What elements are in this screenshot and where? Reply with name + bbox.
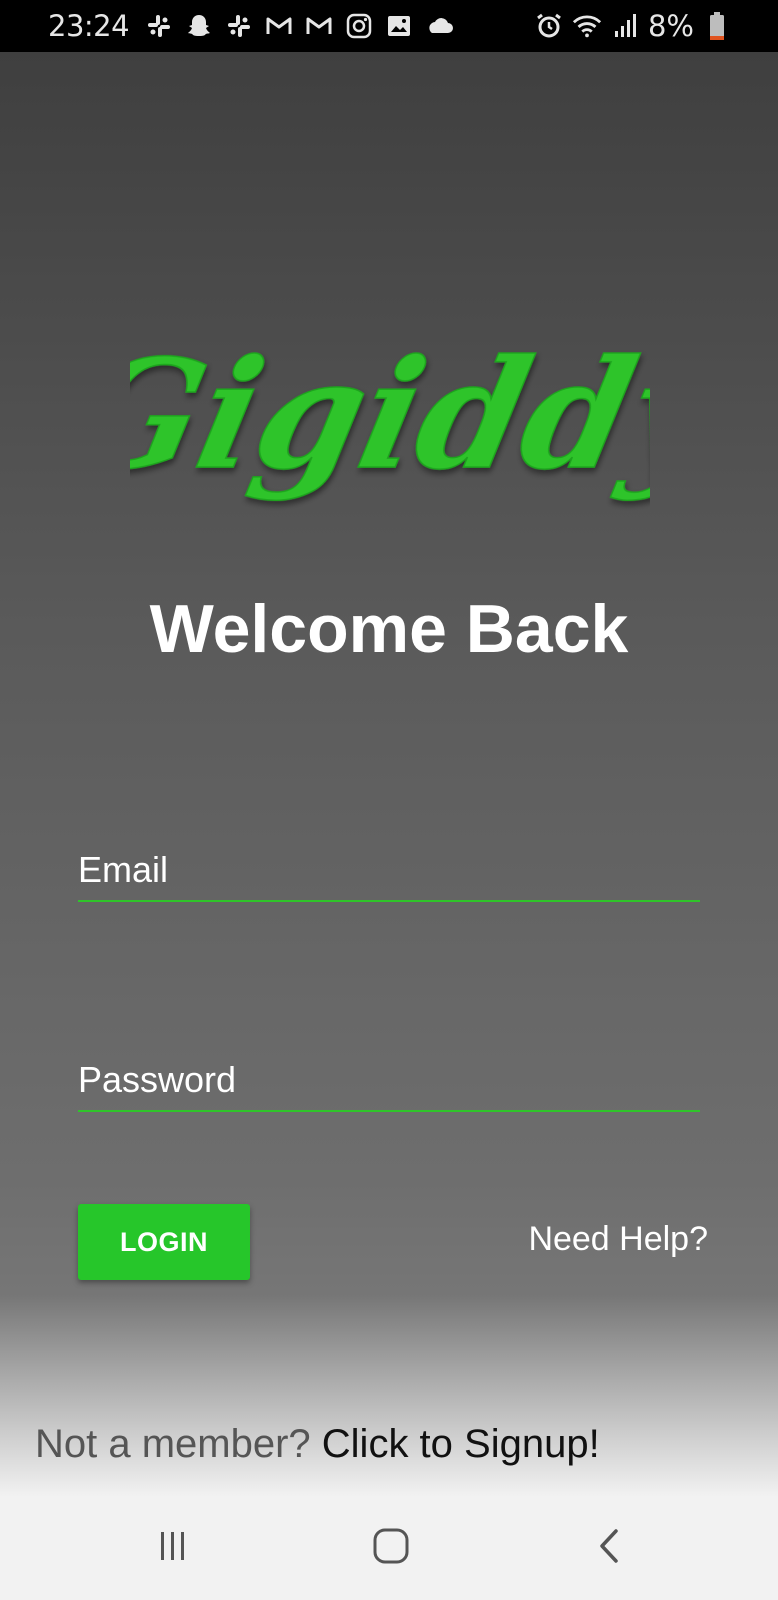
navigation-bar	[0, 1497, 778, 1600]
cloud-icon	[424, 11, 454, 41]
password-field[interactable]	[78, 1050, 700, 1110]
recents-icon	[155, 1530, 191, 1567]
email-field[interactable]	[78, 840, 700, 900]
signal-icon	[610, 11, 640, 41]
wifi-icon	[572, 11, 602, 41]
slack-icon	[144, 11, 174, 41]
gigiddy-logo: Gigiddy	[55, 302, 747, 552]
password-field-container	[78, 1050, 700, 1112]
slack-icon	[224, 11, 254, 41]
recents-button[interactable]	[148, 1525, 198, 1571]
login-button[interactable]: LOGIN	[78, 1204, 250, 1280]
home-button[interactable]	[366, 1525, 416, 1571]
battery-icon	[702, 11, 732, 41]
page-title: Welcome Back	[149, 591, 629, 667]
signup-link[interactable]: Click to Signup!	[322, 1422, 600, 1466]
email-field-container	[78, 840, 700, 902]
login-screen: Gigiddy Welcome Back LOGIN Need Help? No…	[0, 52, 778, 1497]
signup-row: Not a member? Click to Signup!	[35, 1422, 600, 1467]
logo-wordmark: Gigiddy	[130, 327, 650, 503]
snapchat-icon	[184, 11, 214, 41]
instagram-icon	[344, 11, 374, 41]
system-icons: 8%	[534, 9, 732, 43]
gmail-icon	[304, 11, 334, 41]
signup-prompt: Not a member?	[35, 1422, 322, 1466]
gmail-icon	[264, 11, 294, 41]
home-icon	[371, 1526, 411, 1571]
need-help-link[interactable]: Need Help?	[528, 1220, 708, 1259]
gallery-icon	[384, 11, 414, 41]
back-button[interactable]	[584, 1525, 634, 1571]
status-bar: 23:24 8%	[0, 0, 778, 52]
notification-icons	[144, 10, 454, 42]
back-icon	[594, 1526, 624, 1571]
alarm-icon	[534, 11, 564, 41]
battery-percent: 8%	[647, 9, 694, 43]
status-time: 23:24	[48, 9, 130, 43]
